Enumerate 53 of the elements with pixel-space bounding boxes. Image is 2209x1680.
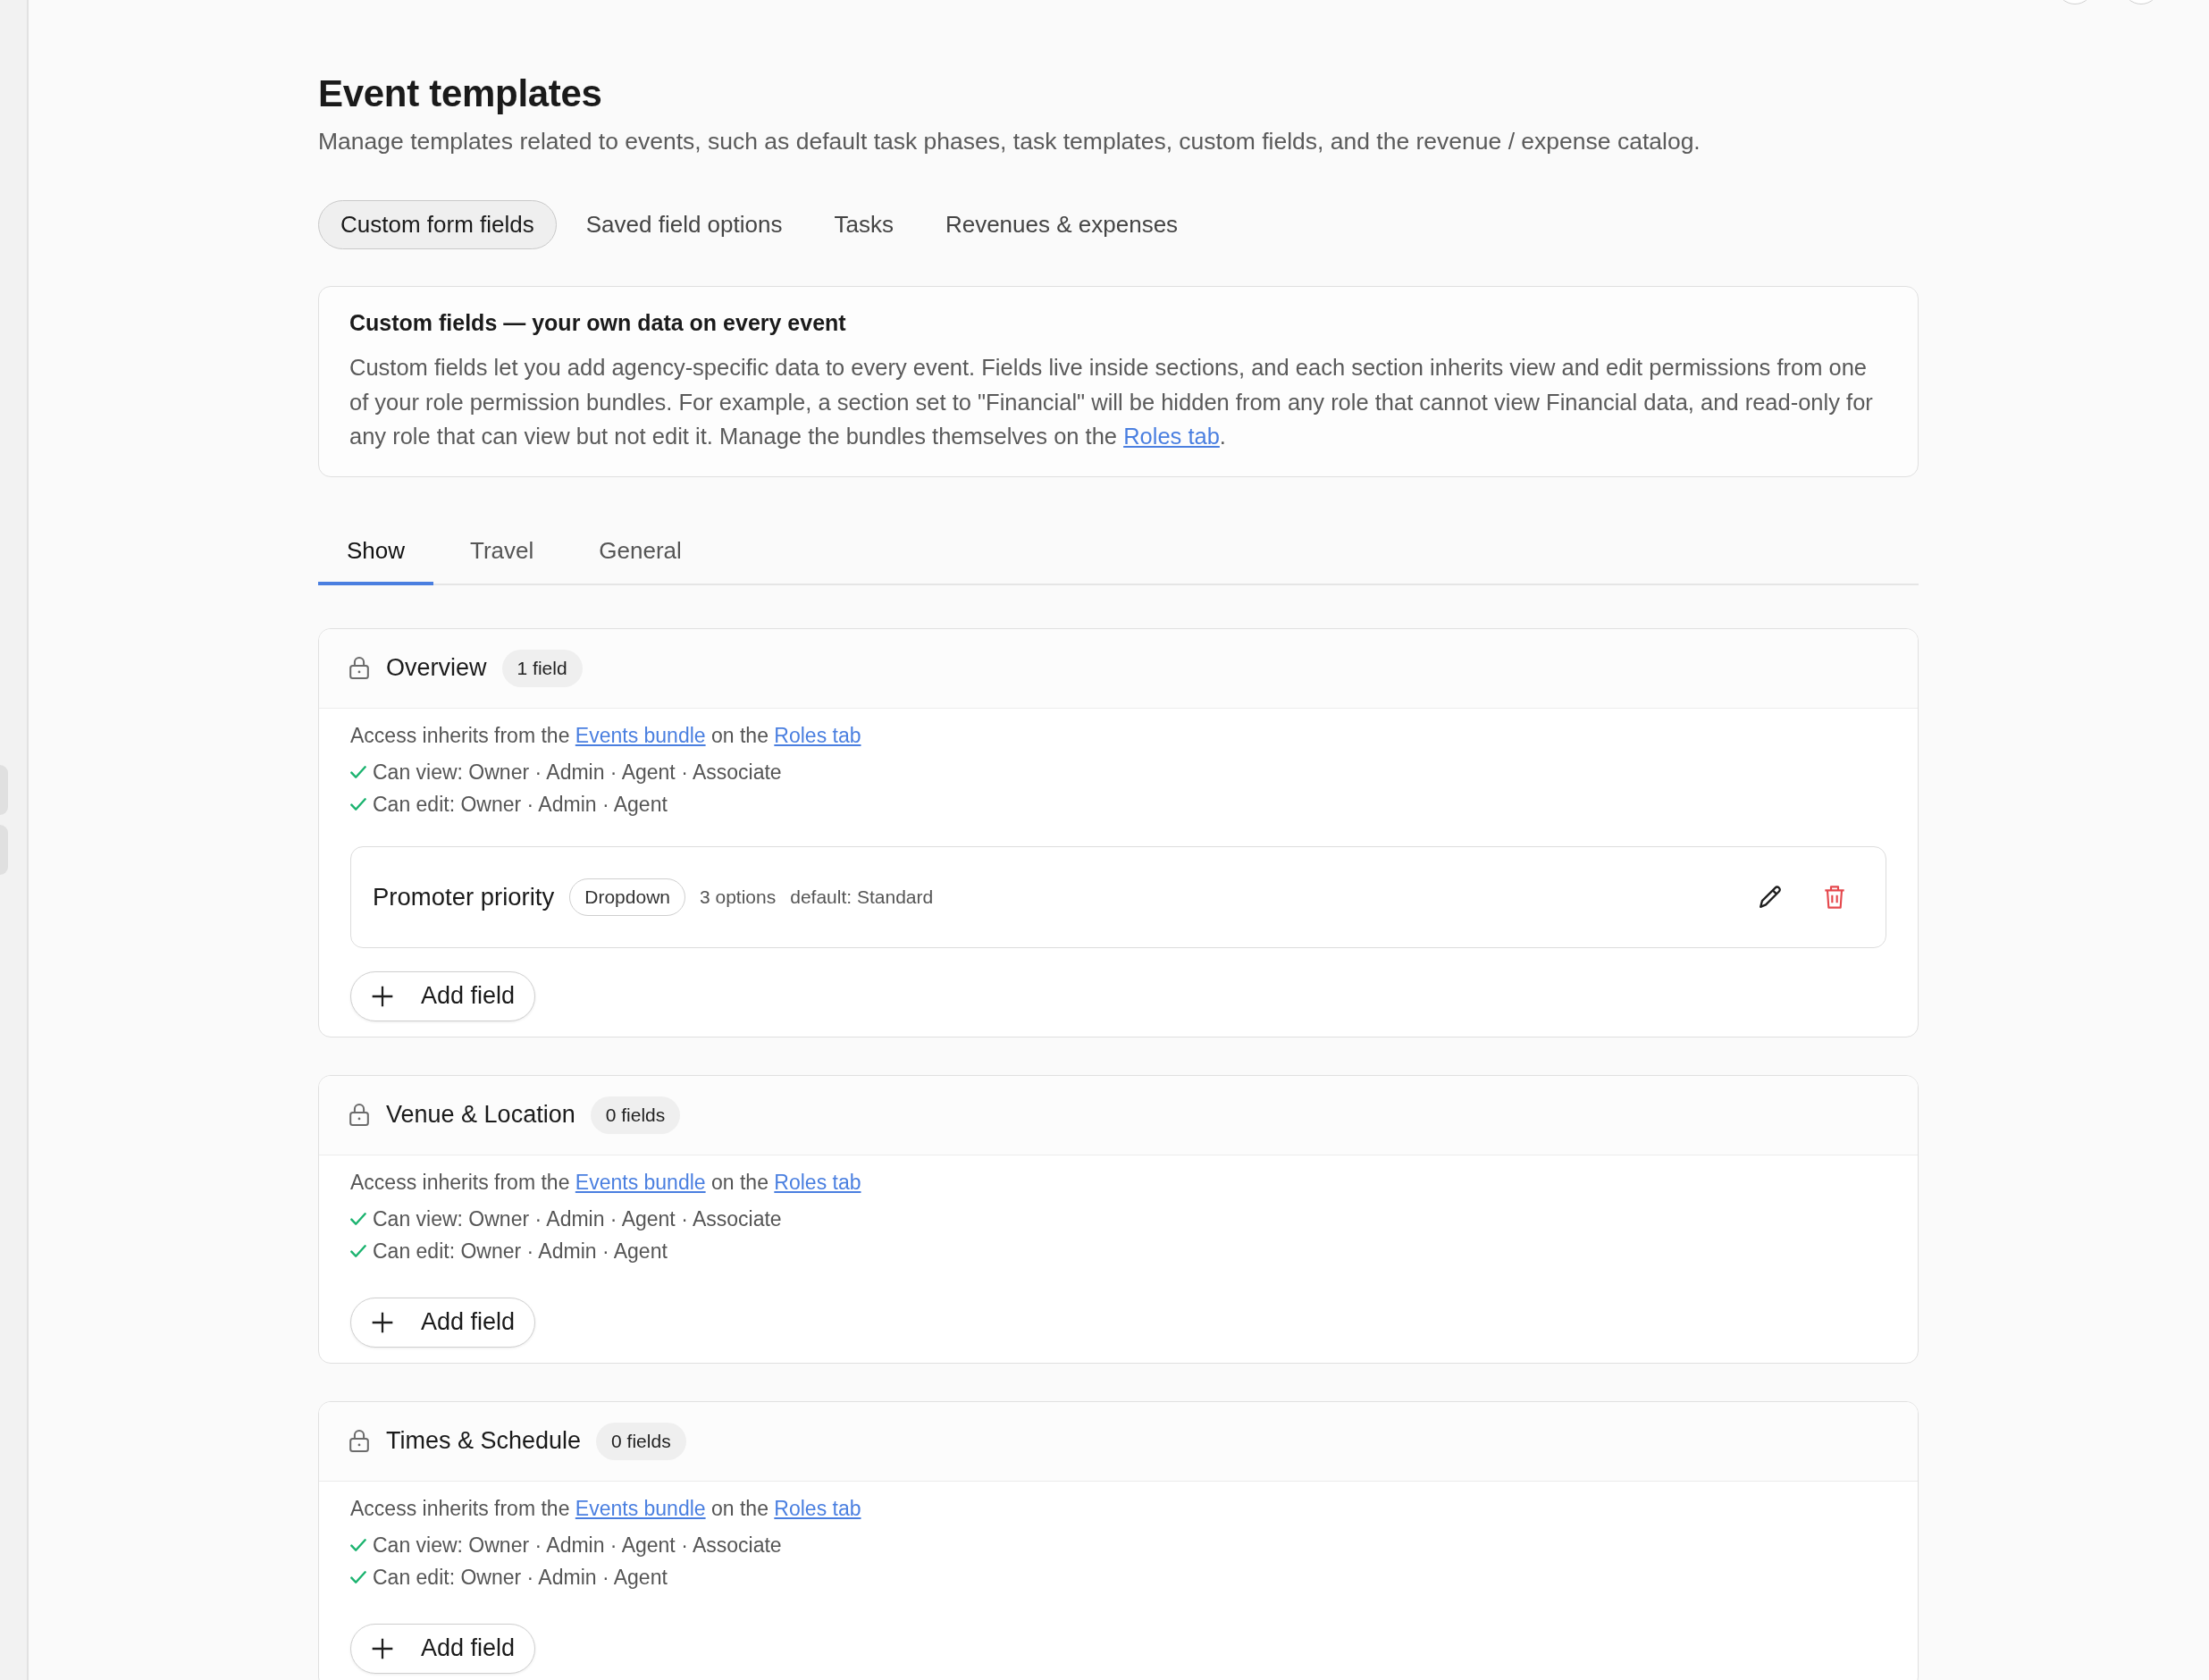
permission-text: Can view: Owner · Admin · Agent · Associate (373, 759, 782, 785)
permission-text: Can view: Owner · Admin · Agent · Associate (373, 1532, 782, 1558)
tab[interactable]: Saved field options (563, 200, 805, 249)
field-count-badge: 0 fields (590, 1096, 681, 1134)
plus-icon (372, 1637, 393, 1659)
text-link[interactable]: Roles tab (774, 1170, 861, 1194)
text-link[interactable]: Roles tab (774, 723, 861, 747)
add-field-button[interactable]: Add field (350, 1623, 536, 1674)
page-description: Manage templates related to events, such as default task phases, task templates, custom fields, and the revenue / expense catalog. (318, 127, 1701, 156)
permission-text: Can edit: Owner · Admin · Agent (373, 1238, 668, 1264)
info-text: Custom fields let you add agency-specific data to every event. Fields live inside sections, and each section inherits view and edit permissions from one of your role permission bundles. For example, a section set to "Financial" will be hidden from any role that cannot view Financial data, and read-only for any role that can view but not edit it. Manage the bundles themselves on the Roles tab. (349, 354, 1874, 450)
tab[interactable]: General (570, 517, 710, 585)
tab[interactable]: Revenues & expenses (922, 200, 1201, 249)
section-title: Times & Schedule (386, 1427, 582, 1455)
permission-text: Can edit: Owner · Admin · Agent (373, 791, 668, 818)
permission-text: Can view: Owner · Admin · Agent · Associate (373, 1205, 782, 1232)
add-field-button[interactable]: Add field (350, 970, 536, 1021)
field-name: Promoter priority (373, 882, 555, 911)
check-icon (350, 765, 366, 778)
permission-text: Can edit: Owner · Admin · Agent (373, 1564, 668, 1591)
lock-icon (349, 1104, 369, 1126)
section-title: Overview (386, 654, 487, 682)
section-title: Venue & Location (386, 1101, 575, 1129)
tab[interactable]: Travel (441, 517, 563, 585)
text-link[interactable]: Events bundle (575, 1496, 706, 1520)
plus-icon (372, 985, 393, 1007)
text-link[interactable]: Events bundle (575, 723, 706, 747)
text-link[interactable]: Roles tab (1123, 424, 1220, 449)
access-note: Access inherits from the Events bundle on the Roles tab (350, 1169, 862, 1196)
tab[interactable]: Custom form fields (318, 200, 557, 249)
check-icon (350, 1244, 366, 1257)
page-title: Event templates (318, 71, 603, 116)
access-note: Access inherits from the Events bundle on the Roles tab (350, 1495, 862, 1522)
lock-icon (349, 657, 369, 679)
text-link[interactable]: Roles tab (774, 1496, 861, 1520)
check-icon (350, 1538, 366, 1551)
info-title: Custom fields — your own data on every event (349, 309, 847, 337)
field-count-badge: 0 fields (596, 1422, 686, 1460)
plus-icon (372, 1311, 393, 1333)
default-value: default: Standard (790, 886, 934, 908)
lock-icon (349, 1430, 369, 1452)
tab[interactable]: Tasks (811, 200, 916, 249)
add-field-button[interactable]: Add field (350, 1297, 536, 1348)
check-icon (350, 1212, 366, 1225)
pencil-icon (1759, 885, 1782, 909)
field-count-badge: 1 field (501, 649, 583, 687)
options-count: 3 options (700, 886, 777, 908)
access-note: Access inherits from the Events bundle on the Roles tab (350, 722, 862, 749)
text-link[interactable]: Events bundle (575, 1170, 706, 1194)
check-icon (350, 1570, 366, 1583)
check-icon (350, 797, 366, 811)
tab[interactable]: Show (318, 517, 434, 585)
trash-icon (1823, 885, 1846, 909)
